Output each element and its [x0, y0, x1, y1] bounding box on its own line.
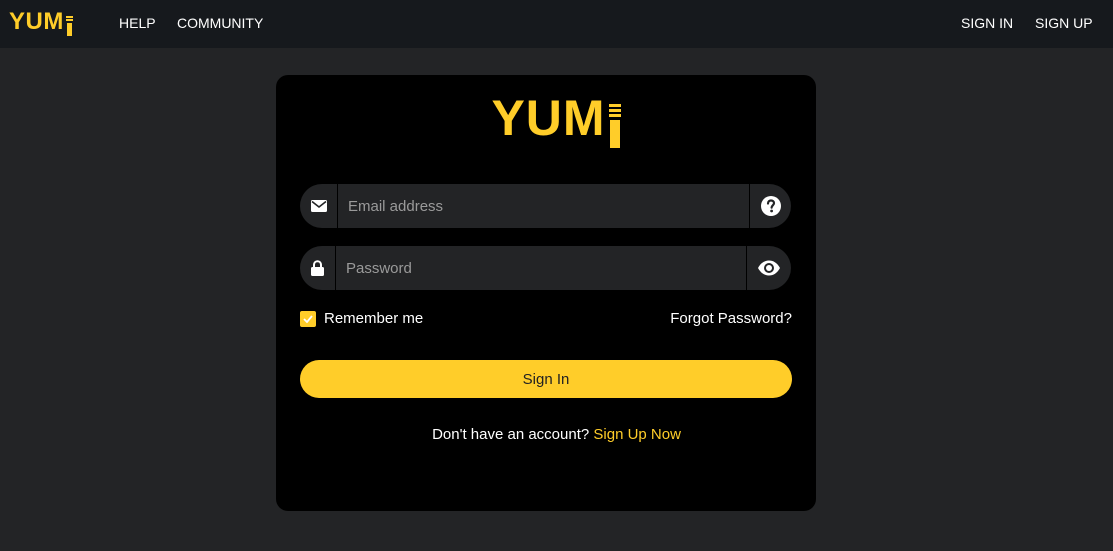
card-logo: YUM [0, 88, 1113, 148]
nav-help-link[interactable]: HELP [119, 14, 156, 32]
sign-in-button[interactable]: Sign In [300, 360, 792, 398]
nav-sign-in-link[interactable]: SIGN IN [961, 14, 1013, 32]
lock-icon [300, 246, 336, 290]
brand-logo-i-glyph [65, 16, 73, 36]
brand-logo: YUM [9, 8, 64, 35]
email-input[interactable] [338, 184, 748, 228]
forgot-password-link[interactable]: Forgot Password? [670, 310, 792, 328]
sign-up-now-link[interactable]: Sign Up Now [593, 426, 681, 443]
top-nav-bar: YUM HELP COMMUNITY SIGN IN SIGN UP [0, 0, 1113, 48]
remember-me-row[interactable]: Remember me [300, 310, 423, 328]
remember-me-label: Remember me [324, 310, 424, 327]
card-logo-i-glyph [608, 104, 622, 148]
nav-community-link[interactable]: COMMUNITY [177, 14, 263, 32]
check-icon [303, 315, 313, 323]
question-circle-icon[interactable] [749, 184, 791, 228]
brand-logo-link[interactable]: YUM [9, 8, 73, 36]
envelope-icon [300, 184, 338, 228]
signup-prompt-row: Don't have an account? Sign Up Now [0, 426, 1113, 444]
eye-icon[interactable] [746, 246, 791, 290]
nav-sign-up-link[interactable]: SIGN UP [1035, 14, 1093, 32]
password-input[interactable] [336, 246, 746, 290]
password-field-group [300, 246, 791, 290]
remember-me-checkbox[interactable] [300, 311, 316, 327]
signup-prompt-text: Don't have an account? [432, 426, 590, 443]
email-field-group [300, 184, 791, 228]
card-logo-text: YUM [491, 90, 606, 146]
